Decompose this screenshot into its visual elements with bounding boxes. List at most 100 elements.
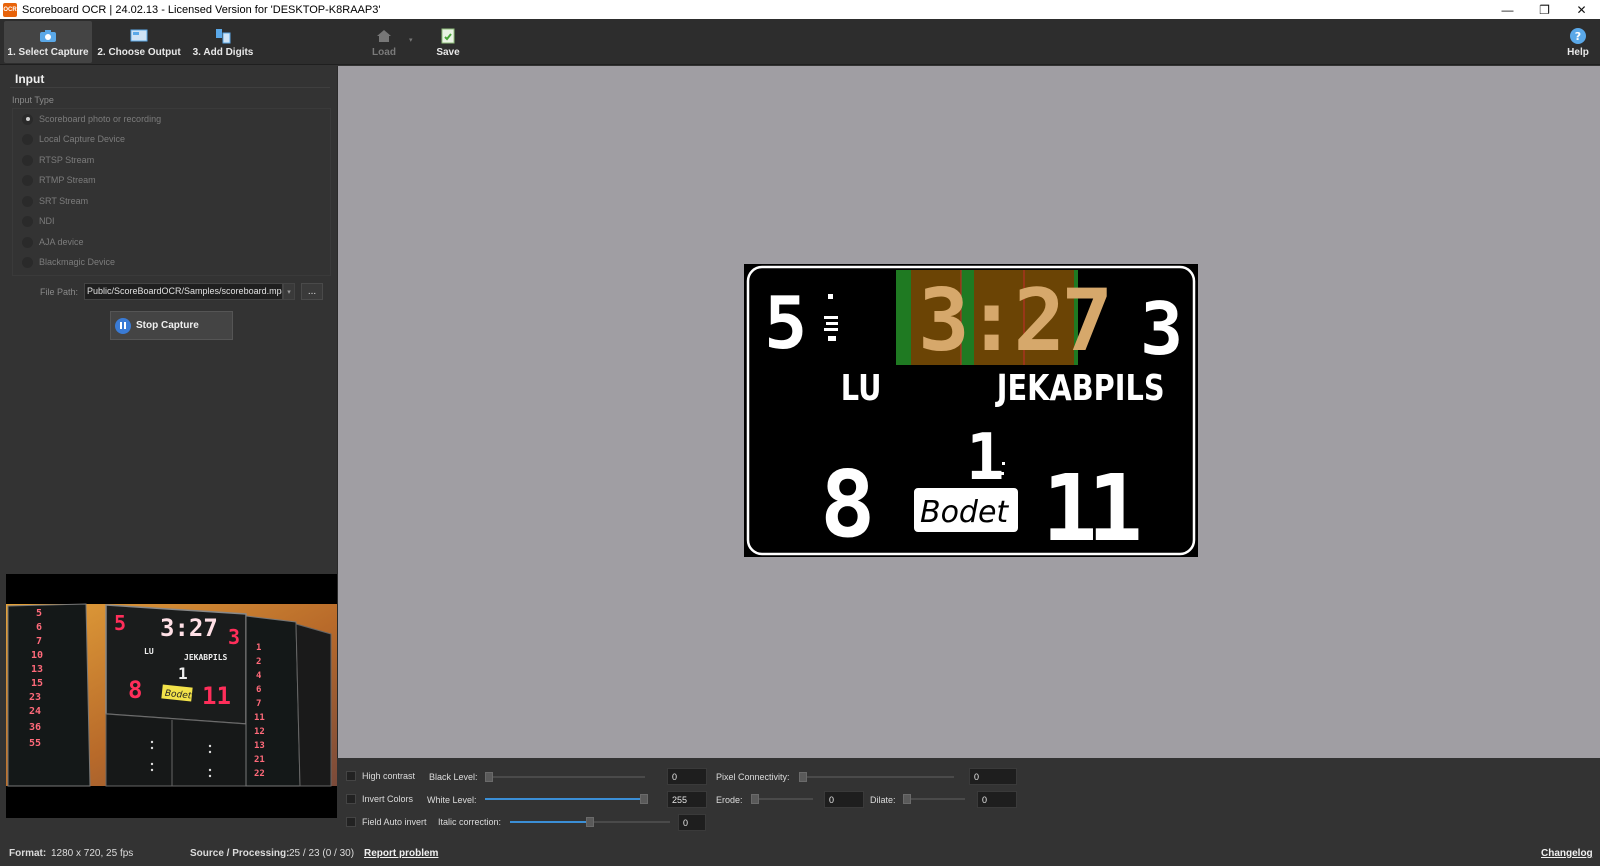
save-button[interactable]: Save [430, 21, 466, 63]
radio-rtsp-stream[interactable]: RTSP Stream [22, 153, 94, 167]
source-processing-value: 25 / 23 (0 / 30) [289, 848, 355, 859]
field-auto-invert-label: Field Auto invert [362, 817, 427, 827]
stop-capture-button[interactable]: Stop Capture [110, 311, 233, 340]
radio-icon [22, 256, 33, 268]
clock-readout: 3:27 [918, 271, 1109, 371]
radio-label: SRT Stream [39, 196, 89, 206]
select-capture-button[interactable]: 1. Select Capture [4, 21, 92, 63]
away-team-name: JEKABPILS [995, 367, 1165, 409]
preview-right-number: 1 [256, 643, 261, 653]
preview-left-number: 10 [31, 650, 43, 661]
file-path-label: File Path: [40, 287, 79, 297]
home-team-name: LU [841, 367, 882, 409]
radio-aja-device[interactable]: AJA device [22, 235, 84, 249]
add-digits-button[interactable]: 3. Add Digits [186, 21, 260, 63]
white-level-label: White Level: [427, 795, 477, 805]
save-label: Save [436, 47, 460, 58]
choose-output-button[interactable]: 2. Choose Output [96, 21, 182, 63]
file-path-input[interactable]: Public/ScoreBoardOCR/Samples/scoreboard.… [84, 283, 283, 300]
period-indicator: 1 [966, 421, 1005, 495]
erode-slider[interactable] [751, 794, 813, 804]
high-contrast-checkbox[interactable]: High contrast [346, 771, 415, 781]
invert-colors-checkbox[interactable]: Invert Colors [346, 794, 413, 804]
radio-label: Blackmagic Device [39, 257, 116, 267]
erode-input[interactable]: 0 [824, 791, 864, 808]
radio-local-capture[interactable]: Local Capture Device [22, 132, 125, 146]
restore-button[interactable]: ❐ [1526, 0, 1563, 19]
white-level-slider[interactable] [485, 794, 648, 804]
processed-image-canvas[interactable]: 3:27 5 3 8 11 1 LU JEKABPILS Bodet [337, 66, 1600, 758]
format-value: 1280 x 720, 25 fps [51, 848, 134, 859]
close-button[interactable]: ✕ [1563, 0, 1600, 19]
add-digits-label: 3. Add Digits [192, 47, 254, 58]
camera-icon [39, 28, 57, 44]
select-capture-label: 1. Select Capture [7, 47, 89, 58]
radio-label: Local Capture Device [39, 134, 126, 144]
pixel-connectivity-input[interactable]: 0 [969, 768, 1017, 785]
dilate-slider[interactable] [903, 794, 965, 804]
preview-left-number: 15 [31, 678, 43, 689]
choose-output-label: 2. Choose Output [97, 47, 181, 58]
home-load-icon [375, 28, 393, 44]
processed-scoreboard: 3:27 5 3 8 11 1 LU JEKABPILS Bodet [744, 264, 1198, 557]
radio-icon [22, 215, 33, 227]
black-level-slider[interactable] [485, 772, 645, 782]
radio-label: Scoreboard photo or recording [39, 114, 162, 124]
radio-ndi[interactable]: NDI [22, 214, 55, 228]
italic-correction-input[interactable]: 0 [678, 814, 706, 831]
radio-selected-icon [22, 113, 33, 125]
radio-rtmp-stream[interactable]: RTMP Stream [22, 173, 96, 187]
dilate-label: Dilate: [870, 795, 896, 805]
save-icon [439, 28, 457, 44]
preview-scoreboard-photo: 5 6 7 10 13 15 23 24 36 55 5 3:27 3 LU J… [6, 603, 337, 787]
radio-icon [22, 195, 33, 207]
radio-icon [22, 174, 33, 186]
dilate-input[interactable]: 0 [977, 791, 1017, 808]
title-bar: OCR Scoreboard OCR | 24.02.13 - Licensed… [0, 0, 1600, 19]
preview-home-score: 8 [128, 676, 142, 704]
preview-left-number: 5 [36, 608, 42, 619]
help-icon: ? [1569, 28, 1587, 44]
window-title: Scoreboard OCR | 24.02.13 - Licensed Ver… [22, 3, 381, 16]
preview-left-number: 24 [29, 706, 41, 717]
preview-right-number: 21 [254, 755, 265, 765]
format-label: Format: [9, 848, 47, 859]
preview-right-number: 22 [254, 769, 265, 779]
radio-icon [22, 154, 33, 166]
preview-right-number: 12 [254, 727, 265, 737]
help-button[interactable]: ? Help [1561, 21, 1595, 63]
white-level-input[interactable]: 255 [667, 791, 707, 808]
radio-icon [22, 133, 33, 145]
pause-icon [115, 317, 131, 334]
monitor-icon [130, 28, 148, 44]
radio-label: RTMP Stream [39, 175, 96, 185]
radio-srt-stream[interactable]: SRT Stream [22, 194, 88, 208]
preview-period: 1 [178, 664, 188, 683]
radio-label: AJA device [39, 237, 84, 247]
black-level-input[interactable]: 0 [667, 768, 707, 785]
radio-blackmagic-device[interactable]: Blackmagic Device [22, 255, 115, 269]
away-score: 11 [1042, 455, 1138, 557]
image-processing-controls: High contrast Invert Colors Field Auto i… [337, 758, 1600, 842]
pixel-connectivity-slider[interactable] [799, 772, 954, 782]
top-right-digit: 3 [1140, 287, 1183, 371]
minimize-button[interactable]: — [1489, 0, 1526, 19]
field-auto-invert-checkbox[interactable]: Field Auto invert [346, 817, 427, 827]
preview-left-number: 13 [31, 664, 43, 675]
radio-icon [22, 236, 33, 248]
digits-icon [214, 28, 232, 44]
file-path-dropdown-icon[interactable]: ▾ [283, 283, 295, 300]
changelog-link[interactable]: Changelog [1541, 848, 1593, 859]
radio-scoreboard-photo[interactable]: Scoreboard photo or recording [22, 112, 161, 126]
radio-label: NDI [39, 216, 55, 226]
browse-button[interactable]: ... [301, 283, 323, 300]
pixel-connectivity-label: Pixel Connectivity: [716, 772, 790, 782]
home-score: 8 [820, 451, 875, 557]
load-dropdown-icon[interactable]: ▾ [409, 36, 413, 44]
italic-correction-slider[interactable] [510, 817, 670, 827]
report-problem-link[interactable]: Report problem [364, 848, 438, 859]
load-button[interactable]: Load [366, 21, 402, 63]
status-bar: Format: 1280 x 720, 25 fps Source / Proc… [0, 842, 1600, 866]
source-processing-label: Source / Processing: [190, 848, 290, 859]
input-panel: Input Input Type Scoreboard photo or rec… [0, 66, 337, 842]
